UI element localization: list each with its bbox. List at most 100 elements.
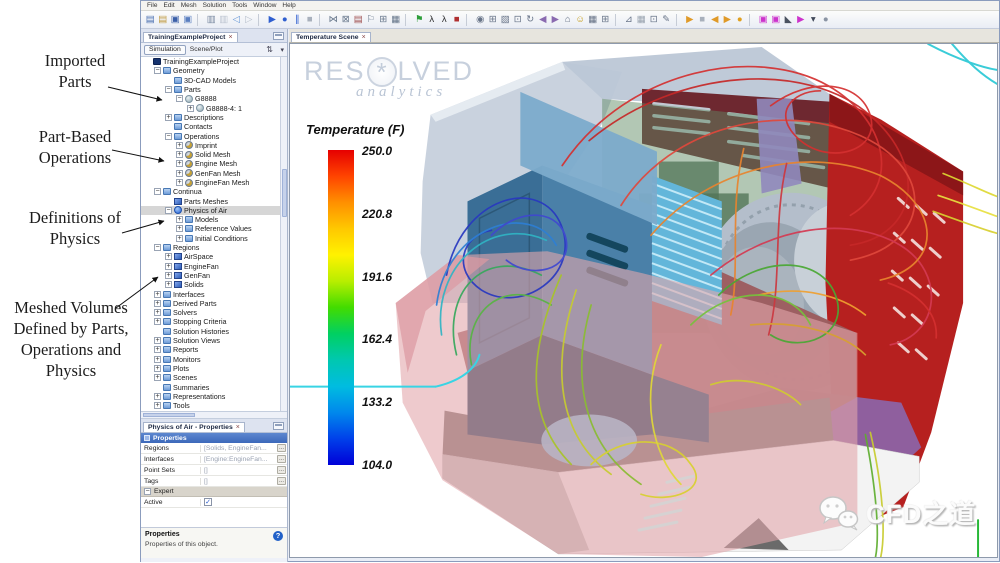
copy-icon[interactable]: ▥ (205, 12, 218, 27)
tree-item[interactable]: Physics of Air (141, 205, 287, 216)
property-row[interactable]: Tags [] ... (141, 476, 287, 487)
run-person-icon[interactable]: λ (438, 12, 451, 27)
select-tool-icon[interactable]: ⊡ (512, 12, 525, 27)
expander-icon[interactable] (176, 151, 183, 159)
expander-icon[interactable] (165, 262, 172, 270)
expander-icon[interactable] (154, 346, 161, 354)
tree-item[interactable]: Imprint (141, 141, 287, 150)
ellipsis-button[interactable]: ... (277, 444, 286, 452)
tree-item[interactable]: Geometry (141, 66, 287, 75)
expander-icon[interactable] (176, 141, 183, 149)
expander-icon[interactable] (154, 337, 161, 345)
tree-item[interactable]: Monitors (141, 355, 287, 364)
property-row[interactable]: Point Sets [] ... (141, 465, 287, 476)
probe-icon[interactable]: ✎ (660, 12, 673, 27)
tree-item[interactable]: Solids (141, 280, 287, 289)
expander-icon[interactable] (165, 281, 172, 289)
expander-icon[interactable] (176, 169, 183, 177)
sort-icon[interactable]: ⇅ (266, 45, 273, 54)
menu-item[interactable]: Help (279, 2, 298, 9)
forward-icon[interactable]: ▷ (243, 12, 256, 27)
walk-person-icon[interactable]: λ (426, 12, 439, 27)
play-animation-icon[interactable]: ▶ (684, 12, 697, 27)
tab-temperature-scene[interactable]: Temperature Scene × (291, 31, 371, 42)
tree-vertical-scrollbar[interactable] (280, 57, 287, 411)
expander-icon[interactable] (165, 271, 172, 279)
active-property-row[interactable]: Active ✓ (141, 497, 287, 508)
home-view-icon[interactable]: ⌂ (562, 12, 575, 27)
zoom-box-icon[interactable]: ▧ (499, 12, 512, 27)
tree-item[interactable]: Plots (141, 364, 287, 373)
stop-animation-icon[interactable]: ■ (696, 12, 709, 27)
green-flag-icon[interactable]: ⚑ (413, 12, 426, 27)
pointer-dropdown-icon[interactable]: ▶ (795, 12, 808, 27)
tree-item[interactable]: AirSpace (141, 252, 287, 261)
dropdown-caret-icon[interactable]: ▾ (807, 12, 820, 27)
stop-icon[interactable]: ■ (304, 12, 317, 27)
tree-item[interactable]: GenFan (141, 271, 287, 280)
pause-icon[interactable]: ∥ (291, 12, 304, 27)
rotate-view-icon[interactable]: ↻ (524, 12, 537, 27)
tree-item[interactable]: Summaries (141, 382, 287, 392)
tree-item[interactable]: Tools (141, 401, 287, 410)
record-animation-icon[interactable]: ● (734, 12, 747, 27)
mesh-display-icon[interactable]: ▦ (635, 12, 648, 27)
tree-item[interactable]: Descriptions (141, 113, 287, 122)
expander-icon[interactable] (154, 374, 161, 382)
tree-item[interactable]: Reference Values (141, 224, 287, 233)
tree-item[interactable]: Scenes (141, 373, 287, 382)
menu-item[interactable]: Window (250, 2, 279, 9)
new-scene-icon[interactable]: ▣ (757, 12, 770, 27)
float-window-button[interactable] (273, 422, 284, 430)
ellipsis-button[interactable]: ... (277, 466, 286, 474)
link-parts-icon[interactable]: ⊞ (377, 12, 390, 27)
tree-item[interactable]: Continua (141, 187, 287, 196)
property-value[interactable]: [Engine:EngineFan... (201, 456, 267, 463)
expander-icon[interactable] (165, 113, 172, 121)
expander-icon[interactable] (187, 104, 194, 112)
save-view-icon[interactable]: ◉ (474, 12, 487, 27)
scrollbar-thumb[interactable] (143, 413, 195, 417)
tree-horizontal-scrollbar[interactable] (141, 412, 287, 419)
new-simulation-icon[interactable]: ▤ (144, 12, 157, 27)
new-report-icon[interactable]: ▤ (352, 12, 365, 27)
properties-section-header[interactable]: Properties (141, 433, 287, 443)
region-select-icon[interactable]: ⊡ (648, 12, 661, 27)
property-value[interactable]: [] (201, 467, 208, 474)
tree-item[interactable]: Parts (141, 85, 287, 94)
new-plot-icon[interactable]: ▣ (770, 12, 783, 27)
property-row[interactable]: Regions [Solids, EngineFan... ... (141, 443, 287, 454)
tree-item[interactable]: Engine Mesh (141, 159, 287, 168)
step-forward-icon[interactable]: ▶ (721, 12, 734, 27)
tree-item[interactable]: Derived Parts (141, 299, 287, 308)
generate-mesh-icon[interactable]: ⋈ (327, 12, 340, 27)
save-icon[interactable]: ▣ (169, 12, 182, 27)
tree-item[interactable]: Representations (141, 392, 287, 401)
menu-item[interactable]: Edit (160, 2, 177, 9)
tree-item[interactable]: Parts Meshes (141, 196, 287, 206)
tree-item[interactable]: TrainingExampleProject (141, 57, 287, 66)
tree-item[interactable]: Interfaces (141, 289, 287, 299)
expander-icon[interactable] (176, 234, 183, 242)
3d-viewport[interactable]: RES * LVED analytics Temperature (F) 250… (289, 43, 998, 558)
tree-item[interactable]: Models (141, 215, 287, 224)
spreadsheet-icon[interactable]: ⊞ (599, 12, 612, 27)
close-icon[interactable]: × (362, 34, 366, 41)
scrollbar-thumb[interactable] (282, 169, 287, 217)
red-stop-icon[interactable]: ■ (451, 12, 464, 27)
expander-icon[interactable] (154, 67, 161, 75)
property-row[interactable]: Interfaces [Engine:EngineFan... ... (141, 454, 287, 465)
expander-icon[interactable] (165, 206, 172, 214)
expander-icon[interactable] (154, 402, 161, 410)
grid-icon[interactable]: ▦ (587, 12, 600, 27)
collapse-icon[interactable]: − (144, 488, 151, 495)
expander-icon[interactable] (165, 253, 172, 261)
menu-item[interactable]: File (144, 2, 160, 9)
expert-section-header[interactable]: − Expert (141, 487, 287, 497)
help-icon[interactable]: ? (273, 531, 283, 541)
step-back-icon[interactable]: ◀ (709, 12, 722, 27)
expander-icon[interactable] (176, 160, 183, 168)
tree-item[interactable]: Stopping Criteria (141, 317, 287, 326)
tree-item[interactable]: GenFan Mesh (141, 169, 287, 178)
tree-item[interactable]: G8888-4: 1 (141, 103, 287, 113)
